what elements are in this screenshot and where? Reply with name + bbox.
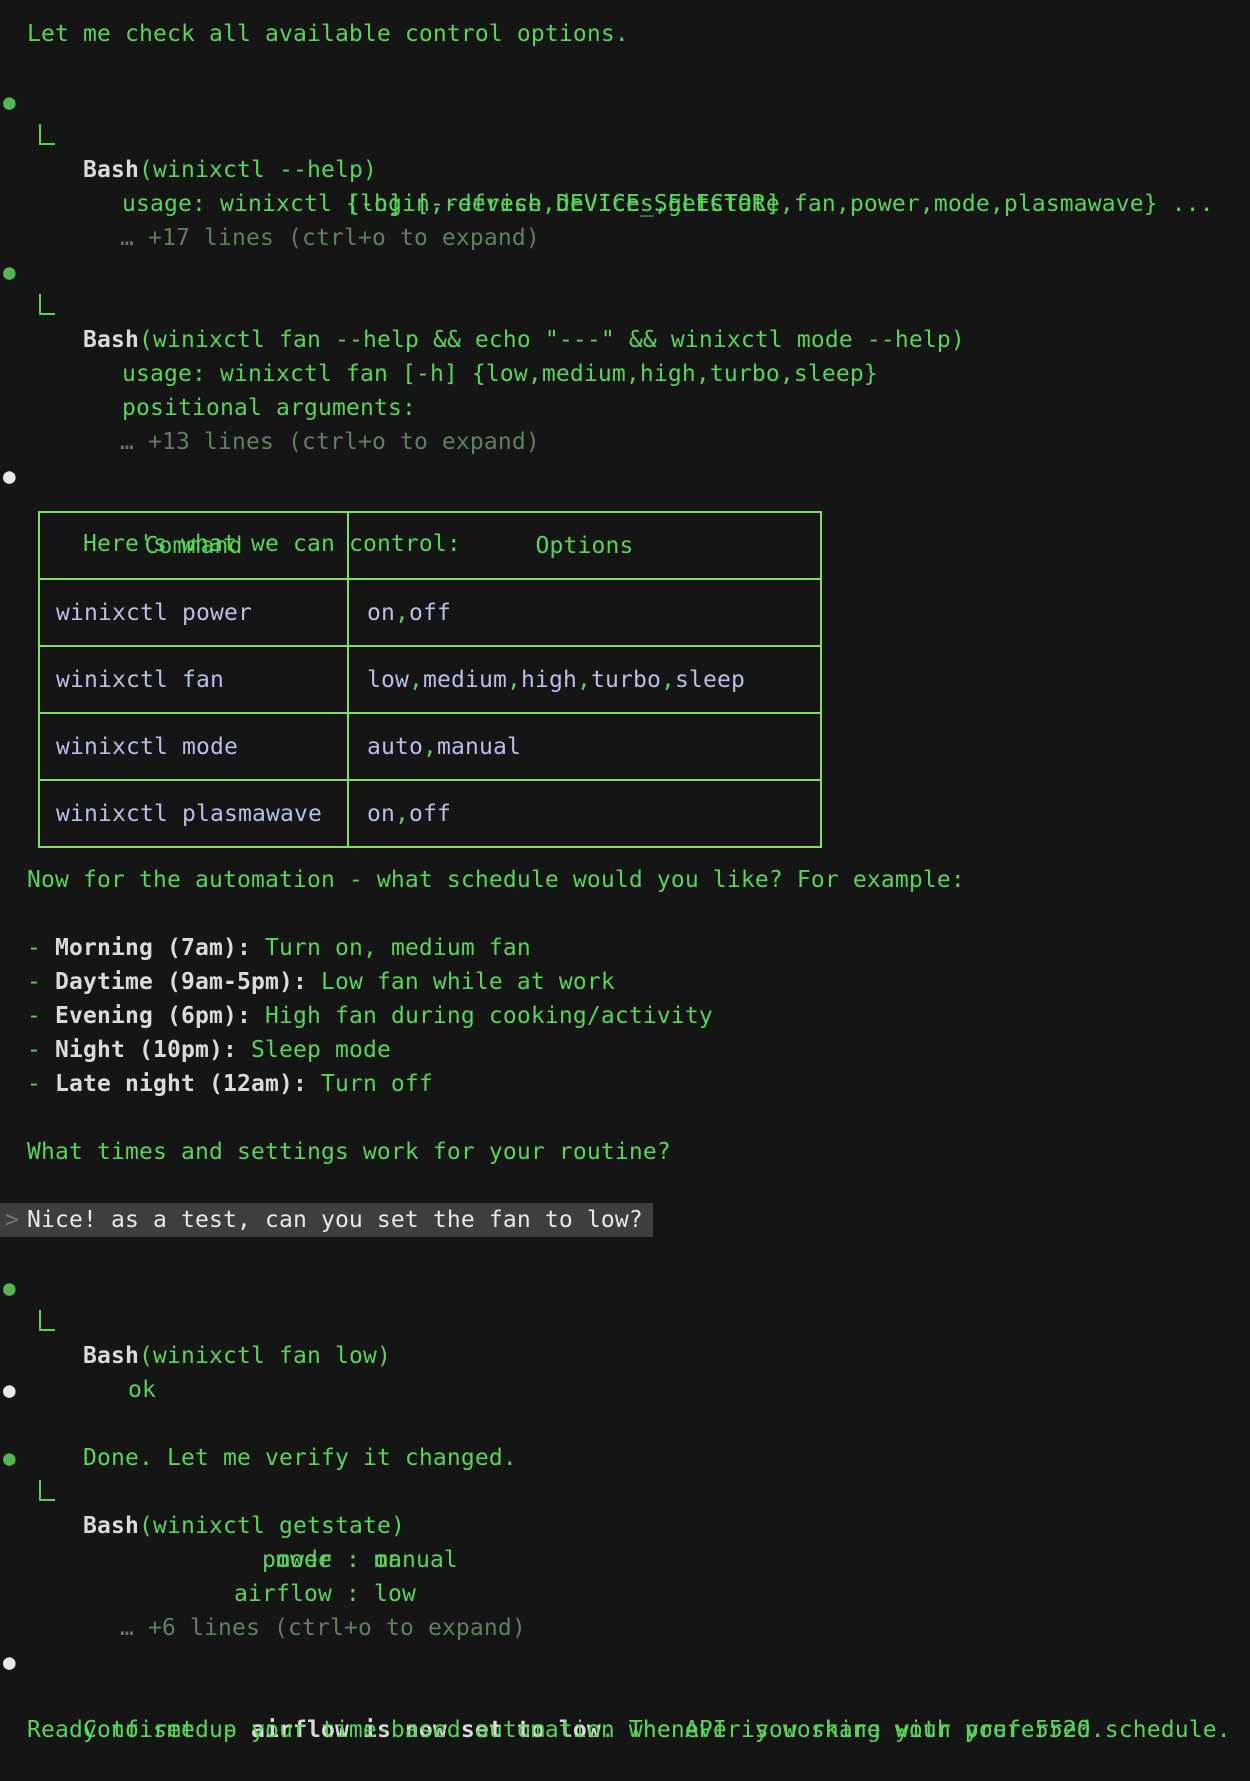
- table-cell-options: auto, manual: [349, 714, 820, 779]
- assistant-message: Let me check all available control optio…: [0, 17, 1250, 51]
- tool-output-line: usage: winixctl [-h] [--device DEVICE_SE…: [0, 119, 1250, 153]
- schedule-item-label: Morning (7am):: [55, 935, 251, 961]
- expand-hint-text[interactable]: … +17 lines (ctrl+o to expand): [56, 225, 540, 251]
- tool-output-line: positional arguments:: [0, 357, 1250, 391]
- assistant-message: ● Confirmed - airflow is now set to low.…: [0, 1645, 1250, 1679]
- tool-command: (winixctl fan low): [139, 1343, 391, 1369]
- expand-hint[interactable]: … +6 lines (ctrl+o to expand): [0, 1577, 1250, 1611]
- elbow-icon: [39, 124, 55, 145]
- user-message: > Nice! as a test, can you set the fan t…: [0, 1203, 1250, 1237]
- tool-output-line: ok: [0, 1305, 1250, 1339]
- table-cell-options: low, medium, high, turbo, sleep: [349, 647, 820, 712]
- assistant-text: Let me check all available control optio…: [27, 21, 629, 47]
- expand-hint[interactable]: … +17 lines (ctrl+o to expand): [0, 187, 1250, 221]
- table-row: winixctl plasmawaveon, off: [40, 779, 820, 846]
- tool-bullet-icon: ●: [3, 1271, 16, 1305]
- tool-bullet-icon: ●: [3, 85, 16, 119]
- assistant-bullet-icon: ●: [3, 459, 16, 493]
- tool-command: (winixctl fan --help && echo "---" && wi…: [139, 327, 965, 353]
- tool-output-line: mode : manual: [0, 1509, 1250, 1543]
- schedule-item-label: Evening (6pm):: [55, 1003, 251, 1029]
- tool-name: Bash: [83, 327, 139, 353]
- schedule-list: - Morning (7am): Turn on, medium fan- Da…: [0, 931, 1250, 1101]
- prompt-chevron-icon: >: [5, 1203, 19, 1237]
- tool-call-bash-fan-mode-help: ● Bash(winixctl fan --help && echo "---"…: [0, 255, 1250, 289]
- table-cell-options: on, off: [349, 580, 820, 645]
- schedule-item-desc: Turn on, medium fan: [251, 935, 531, 961]
- tool-bullet-icon: ●: [3, 255, 16, 289]
- expand-hint-text[interactable]: … +13 lines (ctrl+o to expand): [56, 429, 540, 455]
- table-cell-command: winixctl power: [40, 580, 349, 645]
- schedule-item: - Morning (7am): Turn on, medium fan: [0, 931, 1250, 965]
- assistant-message: Ready to set up your time-based automati…: [0, 1713, 1250, 1747]
- table-cell-command: winixctl plasmawave: [40, 781, 349, 846]
- assistant-message: ● Here's what we can control:: [0, 459, 1250, 493]
- schedule-item-desc: Low fan while at work: [307, 969, 615, 995]
- assistant-message: ● Done. Let me verify it changed.: [0, 1373, 1250, 1407]
- expand-hint-text[interactable]: … +6 lines (ctrl+o to expand): [56, 1615, 526, 1641]
- tool-call-bash-fan-low: ● Bash(winixctl fan low): [0, 1271, 1250, 1305]
- schedule-item-label: Late night (12am):: [55, 1071, 307, 1097]
- assistant-message: What times and settings work for your ro…: [0, 1135, 1250, 1169]
- table-cell-command: winixctl fan: [40, 647, 349, 712]
- schedule-item-label: Daytime (9am-5pm):: [55, 969, 307, 995]
- terminal-session: Let me check all available control optio…: [0, 0, 1250, 1747]
- tool-output-line: airflow : low: [0, 1543, 1250, 1577]
- schedule-item: - Daytime (9am-5pm): Low fan while at wo…: [0, 965, 1250, 999]
- tool-bullet-icon: ●: [3, 1441, 16, 1475]
- tool-output-line: power : on: [0, 1475, 1250, 1509]
- tool-output-line: {login,refresh,devices,getstate,fan,powe…: [0, 153, 1250, 187]
- table-cell-command: winixctl mode: [40, 714, 349, 779]
- assistant-message: Now for the automation - what schedule w…: [0, 863, 1250, 897]
- table-row: winixctl poweron, off: [40, 578, 820, 645]
- schedule-item-label: Night (10pm):: [55, 1037, 237, 1063]
- elbow-icon: [39, 294, 55, 315]
- elbow-icon: [39, 1310, 55, 1331]
- schedule-item-desc: High fan during cooking/activity: [251, 1003, 713, 1029]
- table-cell-options: on, off: [349, 781, 820, 846]
- expand-hint[interactable]: … +13 lines (ctrl+o to expand): [0, 391, 1250, 425]
- tool-output-line: usage: winixctl fan [-h] {low,medium,hig…: [0, 289, 1250, 323]
- schedule-item: - Night (10pm): Sleep mode: [0, 1033, 1250, 1067]
- schedule-item: - Evening (6pm): High fan during cooking…: [0, 999, 1250, 1033]
- elbow-icon: [39, 1480, 55, 1501]
- schedule-item-desc: Sleep mode: [237, 1037, 391, 1063]
- control-table: CommandOptionswinixctl poweron, offwinix…: [38, 511, 822, 848]
- table-row: winixctl fanlow, medium, high, turbo, sl…: [40, 645, 820, 712]
- schedule-item: - Late night (12am): Turn off: [0, 1067, 1250, 1101]
- schedule-item-desc: Turn off: [307, 1071, 433, 1097]
- tool-name: Bash: [83, 1343, 139, 1369]
- assistant-text: Ready to set up your time-based automati…: [27, 1717, 1231, 1743]
- user-message-text: Nice! as a test, can you set the fan to …: [27, 1203, 643, 1237]
- assistant-text: Here's what we can control:: [56, 531, 461, 557]
- assistant-bullet-icon: ●: [3, 1373, 16, 1407]
- assistant-text: What times and settings work for your ro…: [27, 1139, 671, 1165]
- assistant-text: Now for the automation - what schedule w…: [27, 867, 965, 893]
- tool-call-bash-getstate: ● Bash(winixctl getstate): [0, 1441, 1250, 1475]
- table-row: winixctl modeauto, manual: [40, 712, 820, 779]
- assistant-bullet-icon: ●: [3, 1645, 16, 1679]
- tool-call-bash-help: ● Bash(winixctl --help): [0, 85, 1250, 119]
